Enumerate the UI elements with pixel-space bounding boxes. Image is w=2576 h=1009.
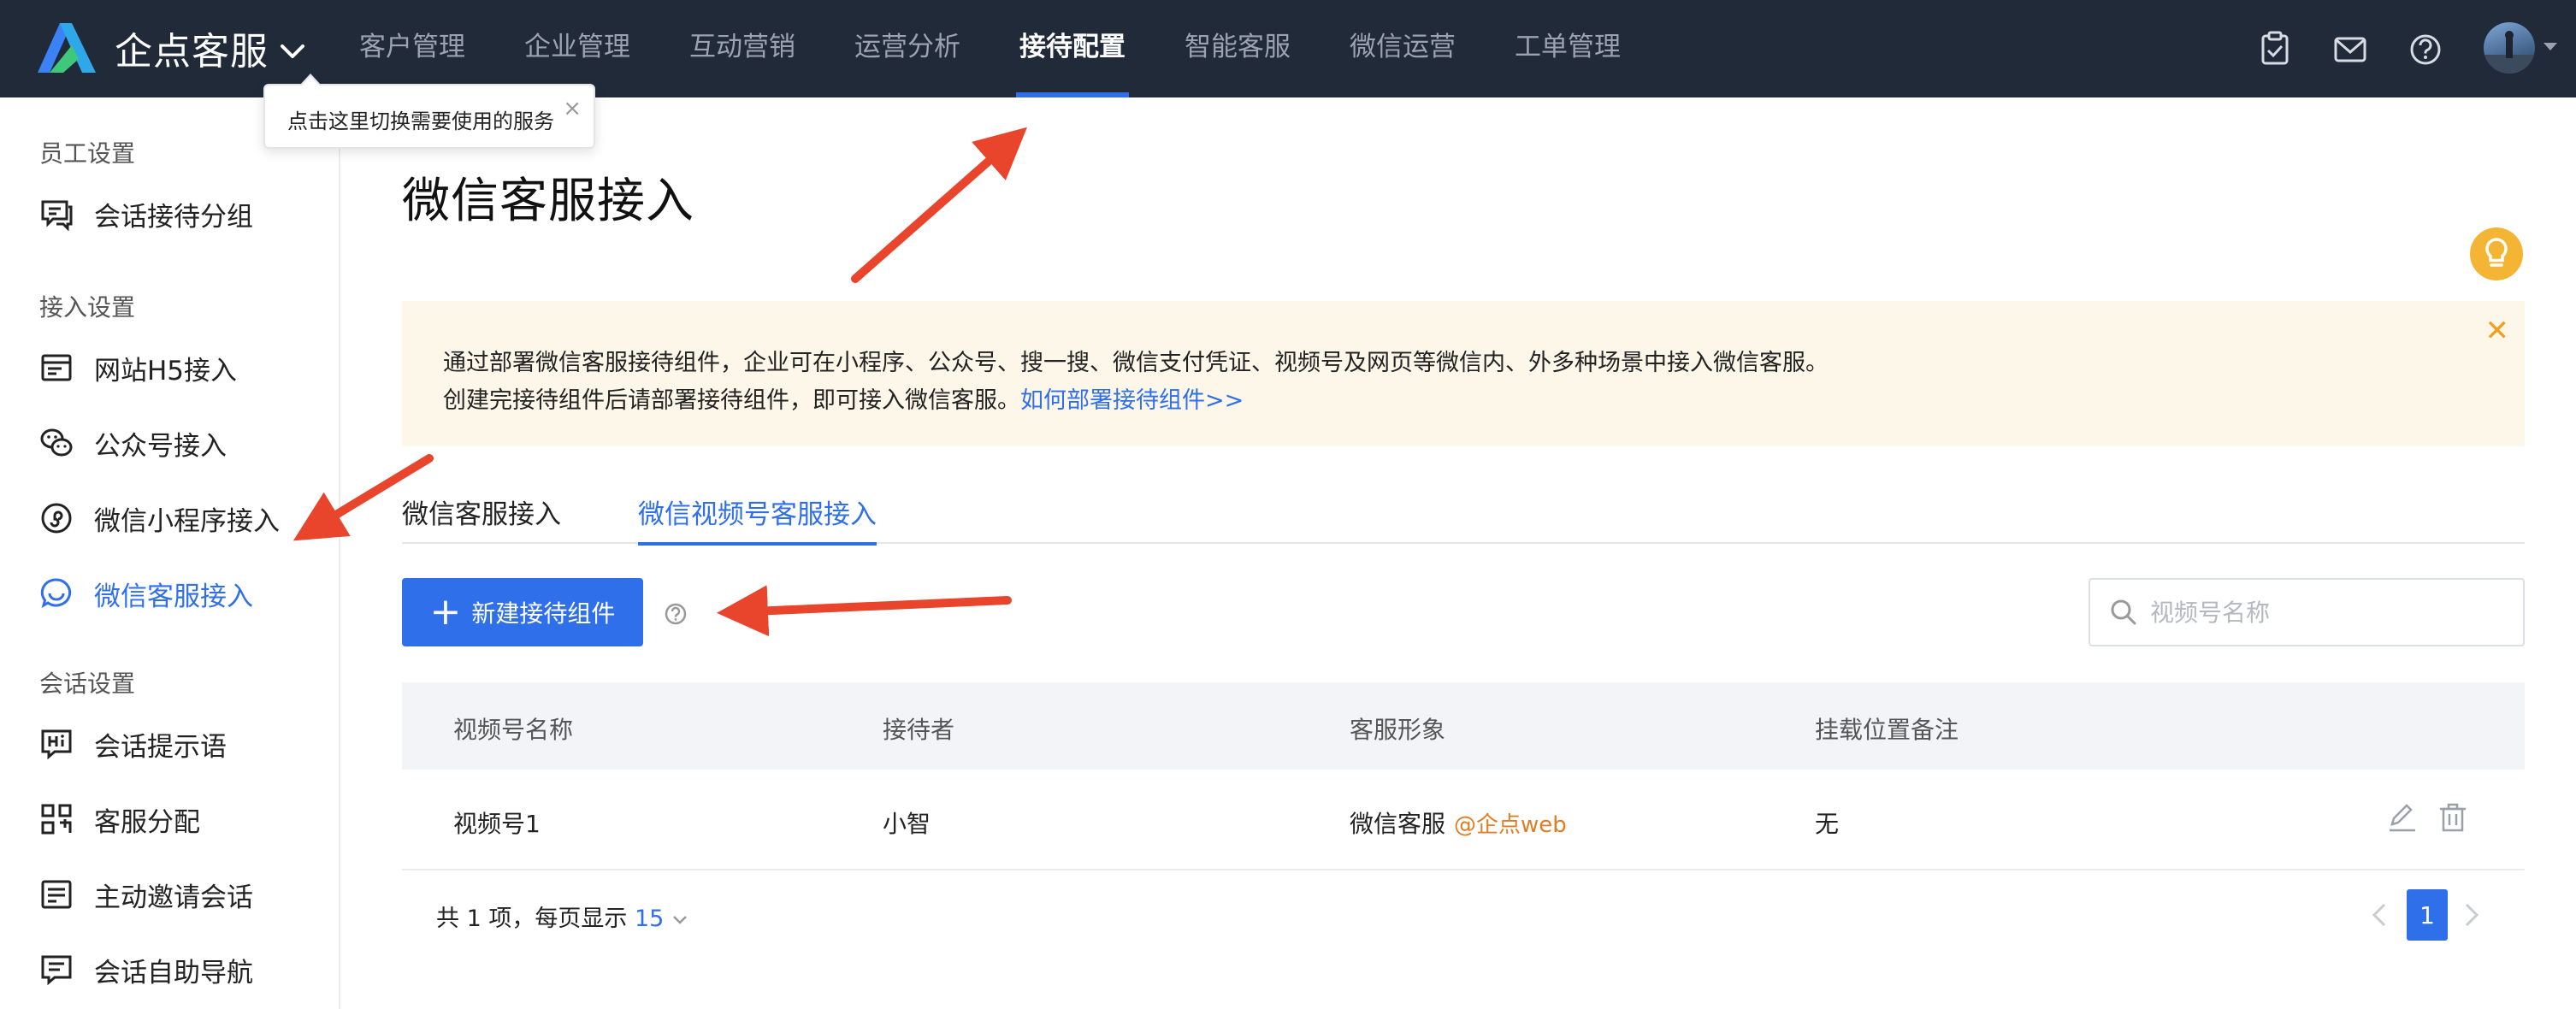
task-check-icon[interactable] xyxy=(2256,31,2294,68)
cell-avatar-tag: @企点web xyxy=(1454,812,1567,838)
column-header-avatar: 客服形象 xyxy=(1350,716,1446,744)
brand[interactable]: 企点客服 xyxy=(34,21,269,75)
nav-item-wechat-ops[interactable]: 微信运营 xyxy=(1350,0,1456,97)
sidebar-item-web-h5[interactable]: 网站H5接入 xyxy=(39,345,237,390)
plus-icon: + xyxy=(429,590,462,634)
notice-text: 创建完接待组件后请部署接待组件，即可接入微信客服。 xyxy=(443,387,1020,414)
web-icon xyxy=(41,354,72,381)
page-number-current[interactable]: 1 xyxy=(2407,889,2448,941)
invite-icon xyxy=(41,880,72,909)
avatar-caret-icon[interactable] xyxy=(2544,43,2557,50)
nav-item-smart-service[interactable]: 智能客服 xyxy=(1185,0,1291,97)
info-notice: 通过部署微信客服接待组件，企业可在小程序、公众号、搜一搜、微信支付凭证、视频号及… xyxy=(402,301,2525,446)
sidebar-item-chat-group[interactable]: 会话接待分组 xyxy=(39,192,253,236)
edit-icon[interactable] xyxy=(2384,800,2419,835)
hi-icon xyxy=(41,729,72,760)
sidebar-section-staff: 员工设置 xyxy=(39,139,136,168)
sidebar-item-label: 会话自助导航 xyxy=(94,957,253,988)
sidebar-section-access: 接入设置 xyxy=(39,293,136,322)
tips-bulb-button[interactable] xyxy=(2470,227,2523,280)
notice-close-icon[interactable]: ✕ xyxy=(2485,316,2510,345)
nav-item-ticket[interactable]: 工单管理 xyxy=(1515,0,1621,97)
sidebar-item-label: 会话提示语 xyxy=(94,731,227,763)
service-switch-chevron-icon[interactable] xyxy=(275,34,310,68)
delete-icon[interactable] xyxy=(2436,800,2470,835)
sidebar-item-official-account[interactable]: 公众号接入 xyxy=(39,421,227,465)
mini-program-icon xyxy=(41,503,72,534)
cell-channel-name: 视频号1 xyxy=(453,810,541,838)
sidebar-item-label: 会话接待分组 xyxy=(94,201,253,233)
main-nav: 客户管理 企业管理 互动营销 运营分析 接待配置 智能客服 微信运营 工单管理 xyxy=(359,0,1680,97)
prev-page-icon[interactable] xyxy=(2366,898,2393,932)
tooltip-text: 点击这里切换需要使用的服务 xyxy=(287,109,554,133)
sidebar-item-invite-chat[interactable]: 主动邀请会话 xyxy=(39,872,253,917)
sidebar-item-label: 客服分配 xyxy=(94,806,200,838)
column-header-receiver: 接待者 xyxy=(883,716,955,744)
cell-avatar: 微信客服 @企点web xyxy=(1350,805,1567,840)
pagination-info: 共 1 项，每页显示 15 xyxy=(436,900,688,933)
table-header: 视频号名称 接待者 客服形象 挂载位置备注 xyxy=(402,682,2525,770)
new-widget-button[interactable]: + 新建接待组件 xyxy=(402,578,643,646)
nav-item-customer[interactable]: 客户管理 xyxy=(359,0,465,97)
avatar-image-icon xyxy=(2484,31,2535,74)
assign-icon xyxy=(41,804,72,835)
avatar[interactable] xyxy=(2484,22,2535,74)
page-size-select[interactable]: 15 xyxy=(635,906,688,932)
chat-group-icon xyxy=(41,200,73,231)
notice-text-line1: 通过部署微信客服接待组件，企业可在小程序、公众号、搜一搜、微信支付凭证、视频号及… xyxy=(443,350,1829,376)
sidebar-item-chat-prompt[interactable]: 会话提示语 xyxy=(39,722,227,766)
sidebar-item-label: 微信客服接入 xyxy=(94,581,253,612)
channel-search-box[interactable] xyxy=(2089,578,2525,646)
sidebar-item-label: 主动邀请会话 xyxy=(94,882,253,913)
help-circle-icon[interactable] xyxy=(2407,31,2444,68)
channel-search-input[interactable] xyxy=(2150,598,2509,627)
sidebar-item-self-nav[interactable]: 会话自助导航 xyxy=(39,947,253,992)
pagination-total: 共 1 项，每页显示 xyxy=(436,906,628,932)
sidebar-item-wechat-service[interactable]: 微信客服接入 xyxy=(39,571,253,616)
arrow-to-nav xyxy=(851,127,1028,283)
arrow-to-button xyxy=(717,585,1012,637)
mail-icon[interactable] xyxy=(2331,31,2369,68)
notice-text-line2: 创建完接待组件后请部署接待组件，即可接入微信客服。如何部署接待组件>> xyxy=(443,381,1244,415)
cell-receiver: 小智 xyxy=(883,810,931,838)
column-header-channel: 视频号名称 xyxy=(453,716,574,744)
tooltip-close-icon[interactable]: × xyxy=(563,97,582,120)
sidebar-item-label: 网站H5接入 xyxy=(94,355,238,386)
top-nav-bar: 企点客服 客户管理 企业管理 互动营销 运营分析 接待配置 智能客服 微信运营 … xyxy=(0,0,2576,97)
cell-avatar-name: 微信客服 xyxy=(1350,810,1446,838)
service-switch-tooltip: 点击这里切换需要使用的服务 × xyxy=(263,74,595,149)
wechat-service-icon xyxy=(40,578,72,609)
nav-item-marketing[interactable]: 互动营销 xyxy=(689,0,795,97)
brand-name: 企点客服 xyxy=(115,30,269,74)
new-widget-label: 新建接待组件 xyxy=(471,599,616,628)
sidebar-item-service-assign[interactable]: 客服分配 xyxy=(39,797,200,841)
sidebar-section-chat: 会话设置 xyxy=(39,670,136,698)
page-size-value: 15 xyxy=(634,906,665,932)
sidebar-item-mini-program[interactable]: 微信小程序接入 xyxy=(39,496,280,540)
nav-item-reception-config[interactable]: 接待配置 xyxy=(1016,0,1129,97)
access-tabs: 微信客服接入 微信视频号客服接入 xyxy=(402,487,2525,546)
cell-note: 无 xyxy=(1815,810,1840,838)
nav-item-analytics[interactable]: 运营分析 xyxy=(854,0,960,97)
sidebar-item-label: 微信小程序接入 xyxy=(94,505,280,537)
wechat-official-icon xyxy=(40,428,73,457)
lightbulb-icon xyxy=(2485,238,2508,267)
page-title: 微信客服接入 xyxy=(402,174,694,229)
column-header-note: 挂载位置备注 xyxy=(1815,716,1959,744)
nav-icon xyxy=(41,955,72,986)
chevron-down-icon xyxy=(673,916,687,924)
next-page-icon[interactable] xyxy=(2458,898,2485,932)
nav-item-enterprise[interactable]: 企业管理 xyxy=(524,0,630,97)
sidebar-item-label: 公众号接入 xyxy=(94,430,227,462)
table-row: 视频号1 小智 微信客服 @企点web 无 xyxy=(402,770,2525,870)
deploy-guide-link[interactable]: 如何部署接待组件>> xyxy=(1020,387,1244,414)
brand-logo-icon xyxy=(38,23,96,73)
tab-wechat-service[interactable]: 微信客服接入 xyxy=(402,493,561,544)
search-icon xyxy=(2111,599,2136,625)
question-help-icon[interactable] xyxy=(664,602,688,626)
sidebar: 员工设置 会话接待分组 接入设置 网站H5接入 公众号接入 微信小程序接入 微信… xyxy=(0,97,340,1009)
tab-channels-service[interactable]: 微信视频号客服接入 xyxy=(638,493,877,546)
